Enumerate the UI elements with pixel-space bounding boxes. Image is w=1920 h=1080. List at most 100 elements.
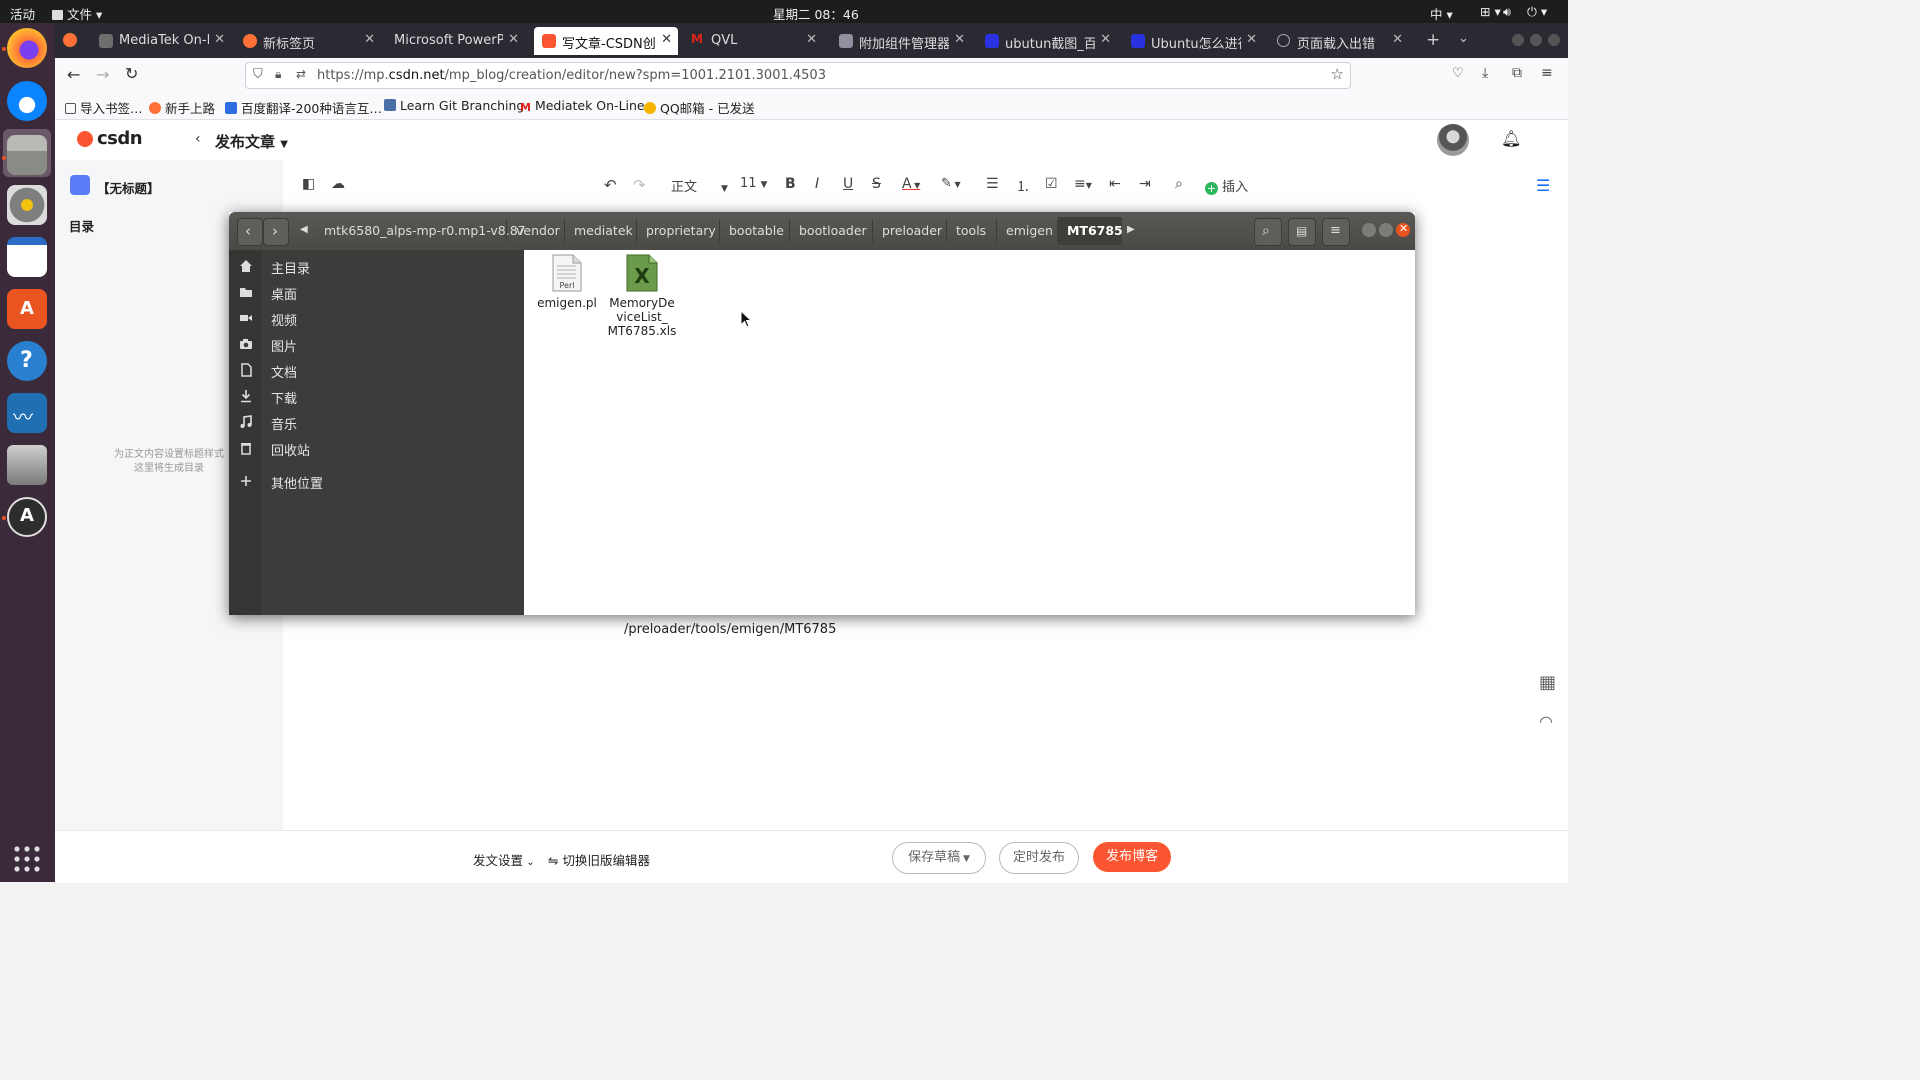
permissions-icon[interactable]: ⇄ — [296, 67, 306, 81]
back-icon[interactable]: ← — [67, 65, 80, 84]
list-tabs-icon[interactable]: ⌄ — [1458, 31, 1469, 46]
qr-code-icon[interactable]: ▦ — [1539, 672, 1556, 693]
firefox-icon[interactable] — [7, 28, 47, 68]
close-icon[interactable]: ✕ — [1100, 32, 1111, 47]
sidebar-toggle-icon[interactable]: ◧ — [302, 176, 315, 192]
extensions-icon[interactable]: ⧉ — [1512, 65, 1522, 81]
back-chevron-icon[interactable]: ‹ — [195, 131, 201, 147]
breadcrumb-item[interactable]: proprietary — [646, 223, 716, 238]
sidebar-item-documents[interactable]: 文档 — [229, 358, 524, 382]
power-icon[interactable]: ⏻ ▾ — [1527, 4, 1547, 20]
tab[interactable]: Microsoft PowerPoin ✕ — [385, 27, 525, 55]
rhythmbox-icon[interactable] — [7, 185, 47, 225]
schedule-publish-button[interactable]: 定时发布 — [999, 842, 1079, 874]
file-item[interactable]: X MemoryDe viceList_ MT6785.xls — [606, 254, 678, 338]
files-icon[interactable] — [7, 135, 47, 175]
underline-icon[interactable]: U — [843, 176, 853, 192]
align-icon[interactable]: ≡▼ — [1074, 176, 1092, 192]
paragraph-style-select[interactable]: 正文 ▼ — [671, 176, 728, 195]
bookmark-item[interactable]: 新手上路 — [149, 98, 215, 117]
close-icon[interactable]: ✕ — [806, 32, 817, 47]
firefox-view-icon[interactable] — [63, 33, 77, 47]
clock[interactable]: 星期二 08：46 — [773, 4, 859, 23]
breadcrumb-scroll-left-icon[interactable]: ◀ — [300, 224, 308, 235]
outline-icon[interactable]: ☰ — [1536, 176, 1550, 195]
numbered-list-icon[interactable]: ⒈ — [1016, 176, 1030, 196]
close-icon[interactable]: ✕ — [954, 32, 965, 47]
tab[interactable]: 页面载入出错 ✕ — [1269, 27, 1409, 55]
save-draft-button[interactable]: 保存草稿 ▼ — [892, 842, 986, 874]
sidebar-item-music[interactable]: 音乐 — [229, 410, 524, 434]
avatar[interactable] — [1437, 124, 1469, 156]
csdn-logo[interactable]: csdn — [97, 128, 143, 149]
thunderbird-icon[interactable] — [7, 81, 47, 121]
pocket-icon[interactable]: ♡ — [1452, 66, 1464, 81]
close-icon[interactable]: ✕ — [214, 32, 225, 47]
menu-button[interactable]: ≡ — [1322, 218, 1350, 246]
tab[interactable]: MediaTek On-Line | L ✕ — [91, 27, 231, 55]
tab[interactable]: M QVL ✕ — [683, 27, 823, 55]
sidebar-item-home[interactable]: 主目录 — [229, 254, 524, 278]
url-bar[interactable]: ⛉ 🔒︎ ⇄ https://mp.csdn.net/mp_blog/creat… — [245, 62, 1351, 89]
software-updater-icon[interactable]: A — [7, 497, 47, 537]
sidebar-item-downloads[interactable]: 下载 — [229, 384, 524, 408]
breadcrumb-item[interactable]: preloader — [882, 223, 942, 238]
back-button[interactable]: ‹ — [237, 218, 263, 246]
close-icon[interactable]: ✕ — [1392, 32, 1403, 47]
close-window-icon[interactable] — [1548, 34, 1560, 46]
breadcrumb-item[interactable]: bootable — [729, 223, 784, 238]
sidebar-item-videos[interactable]: 视频 — [229, 306, 524, 330]
activities-button[interactable]: 活动 — [10, 4, 35, 23]
breadcrumb-item[interactable]: emigen — [1006, 223, 1053, 238]
sidebar-item-other-locations[interactable]: 其他位置 — [229, 469, 524, 493]
software-center-icon[interactable]: A — [7, 289, 47, 329]
tab[interactable]: ubutun截图_百度 ✕ — [977, 27, 1117, 55]
screenshot-icon[interactable] — [7, 445, 47, 485]
search-icon[interactable]: ⌕ — [1175, 176, 1183, 192]
libreoffice-writer-icon[interactable] — [7, 237, 47, 277]
tab[interactable]: 附加组件管理器 ✕ — [831, 27, 971, 55]
tab-active[interactable]: 写文章-CSDN创作 ✕ — [534, 27, 678, 55]
bookmark-item[interactable]: 百度翻译-200种语言互… — [225, 98, 382, 117]
breadcrumb-current[interactable]: MT6785 — [1067, 223, 1123, 238]
reload-icon[interactable]: ↻ — [125, 64, 138, 83]
close-icon[interactable]: ✕ — [661, 32, 672, 47]
lock-icon[interactable]: 🔒︎ — [275, 67, 281, 82]
maximize-icon[interactable] — [1379, 223, 1393, 237]
view-toggle-button[interactable]: ▤ — [1288, 218, 1316, 246]
shield-icon[interactable]: ⛉ — [253, 67, 263, 82]
bookmark-item[interactable]: 导入书签… — [65, 98, 143, 117]
close-icon[interactable]: ✕ — [1246, 32, 1257, 47]
undo-icon[interactable]: ↶ — [604, 176, 617, 194]
bookmark-item[interactable]: Learn Git Branching — [384, 98, 524, 113]
publish-article-title[interactable]: 发布文章 ▼ — [215, 131, 288, 152]
bullet-list-icon[interactable]: ☰ — [986, 176, 999, 192]
sidebar-item-trash[interactable]: 回收站 — [229, 436, 524, 460]
outdent-icon[interactable]: ⇤ — [1109, 176, 1121, 192]
publish-settings-dropdown[interactable]: 发文设置 ⌄ — [473, 850, 535, 869]
file-item[interactable]: Perl emigen.pl — [536, 254, 598, 310]
cloud-save-icon[interactable]: ☁ — [331, 176, 345, 192]
maximize-icon[interactable] — [1530, 34, 1542, 46]
checklist-icon[interactable]: ☑ — [1045, 176, 1058, 192]
sidebar-item-pictures[interactable]: 图片 — [229, 332, 524, 356]
help-icon[interactable]: ? — [7, 341, 47, 381]
font-color-icon[interactable]: A ▼ — [902, 176, 920, 192]
insert-button[interactable]: + 插入 — [1205, 176, 1248, 195]
breadcrumb-scroll-right-icon[interactable]: ▶ — [1127, 224, 1135, 235]
breadcrumb-item[interactable]: tools — [956, 223, 986, 238]
input-method-indicator[interactable]: 中 ▾ — [1430, 4, 1453, 23]
publish-button[interactable]: 发布博客 — [1093, 842, 1171, 872]
downloads-icon[interactable]: ⤓ — [1482, 65, 1488, 81]
minimize-icon[interactable] — [1512, 34, 1524, 46]
bell-icon[interactable]: 🔔︎ — [1501, 129, 1521, 148]
bookmark-item[interactable]: QQ邮箱 - 已发送 — [644, 98, 755, 117]
breadcrumb-item[interactable]: bootloader — [799, 223, 867, 238]
volume-icon[interactable]: 🔊︎ — [1503, 4, 1511, 20]
network-icon[interactable]: ⊞ ▾ — [1480, 4, 1501, 19]
bookmark-item[interactable]: M Mediatek On-Line — [520, 98, 645, 114]
breadcrumb-item[interactable]: mtk6580_alps-mp-r0.mp1-v8.87 — [324, 223, 526, 238]
close-icon[interactable]: ✕ — [508, 32, 519, 47]
highlight-icon[interactable]: ✎ ▼ — [941, 176, 961, 191]
minimize-icon[interactable] — [1362, 223, 1376, 237]
